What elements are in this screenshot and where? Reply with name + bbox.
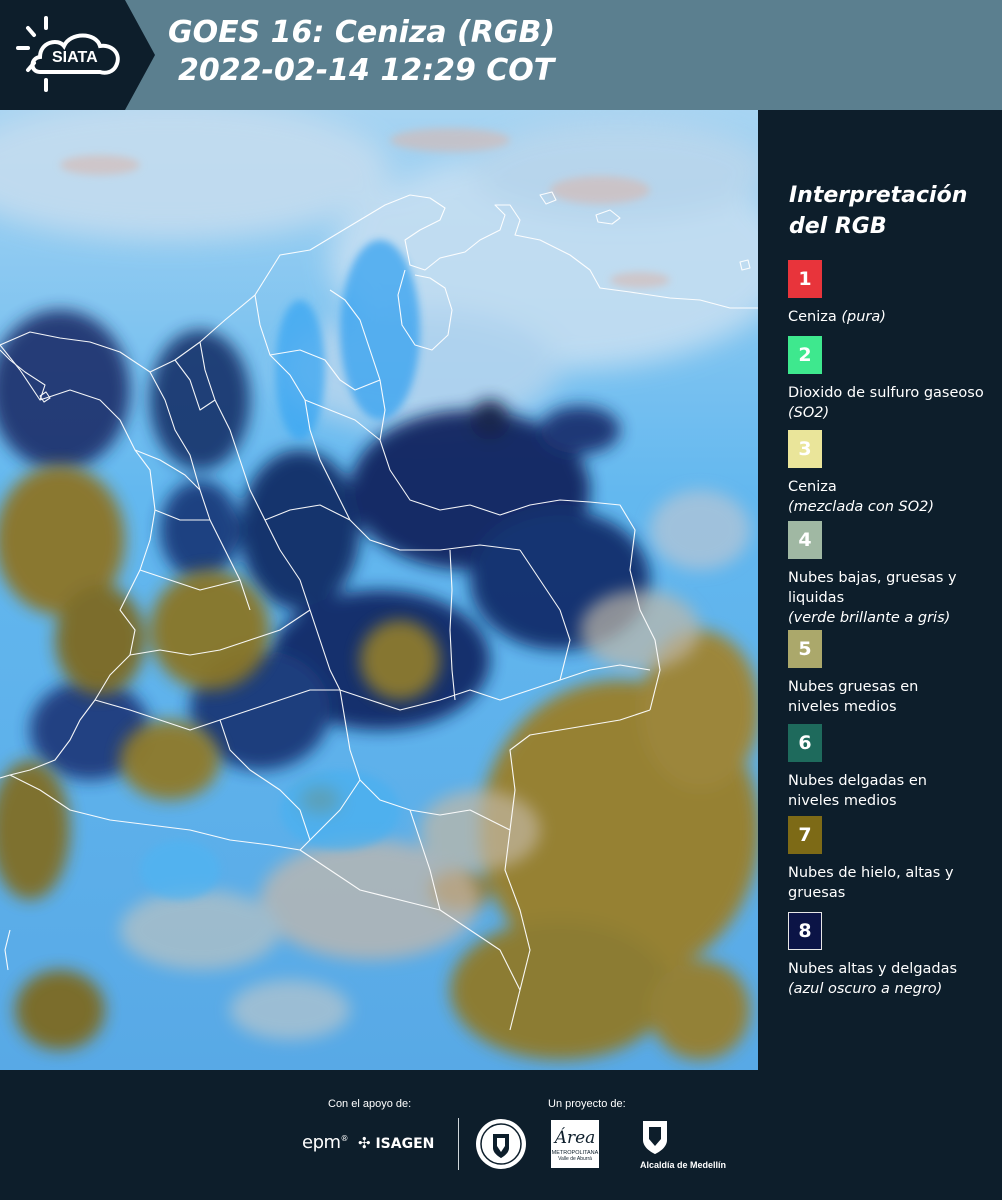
page-title: GOES 16: Ceniza (RGB) 2022-02-14 12:29 C… [168, 14, 555, 90]
legend-item-2: 2 Dioxido de sulfuro gaseoso (SO2) [788, 336, 998, 423]
legend-item-6: 6 Nubes delgadas en niveles medios [788, 724, 998, 811]
alcaldia-shield-icon [640, 1118, 670, 1161]
isagen-mark-icon: ✣ [358, 1134, 371, 1152]
legend-item-4: 4 Nubes bajas, gruesas y liquidas (verde … [788, 521, 998, 628]
legend-item-label: Nubes bajas, gruesas y liquidas (verde br… [788, 570, 957, 626]
isagen-logo: ✣ ISAGEN [358, 1134, 435, 1152]
legend-swatch: 2 [788, 336, 822, 374]
satellite-image [0, 110, 758, 1070]
legend-swatch: 1 [788, 260, 822, 298]
legend-item-label: Dioxido de sulfuro gaseoso (SO2) [788, 385, 984, 421]
legend-item-label: Ceniza (mezclada con SO2) [788, 479, 935, 515]
legend-item-label: Nubes gruesas en niveles medios [788, 679, 919, 715]
legend-item-label: Nubes delgadas en niveles medios [788, 773, 927, 809]
footer: Con el apoyo de: Un proyecto de: epm® ✣ … [0, 1070, 1002, 1200]
header: SIATA GOES 16: Ceniza (RGB) 2022-02-14 1… [0, 0, 1002, 110]
legend-title: Interpretación del RGB [789, 183, 968, 239]
legend-item-7: 7 Nubes de hielo, altas y gruesas [788, 816, 998, 903]
area-metropolitana-logo: Área METROPOLITANA Valle de Aburrá [551, 1120, 599, 1168]
support-label: Con el apoyo de: [328, 1098, 412, 1110]
logo-text: SIATA [52, 49, 98, 66]
siata-logo: SIATA [0, 0, 160, 110]
legend-swatch: 7 [788, 816, 822, 854]
legend-panel: Interpretación del RGB 1 Ceniza (pura) 2… [758, 110, 1002, 1070]
epm-logo: epm® [302, 1132, 349, 1153]
legend-swatch: 3 [788, 430, 822, 468]
legend-item-label: Nubes altas y delgadas (azul oscuro a neg… [788, 961, 958, 997]
legend-swatch: 6 [788, 724, 822, 762]
legend-item-3: 3 Ceniza (mezclada con SO2) [788, 430, 998, 517]
alcaldia-label: Alcaldía de Medellín [640, 1160, 727, 1170]
legend-item-5: 5 Nubes gruesas en niveles medios [788, 630, 998, 717]
legend-item-label: Ceniza (pura) [788, 309, 886, 325]
legend-item-label: Nubes de hielo, altas y gruesas [788, 865, 954, 901]
antioquia-seal-icon [475, 1118, 527, 1175]
title-datetime: 2022-02-14 12:29 COT [178, 53, 555, 88]
title-product: GOES 16: Ceniza (RGB) [168, 15, 556, 50]
legend-swatch: 8 [788, 912, 822, 950]
footer-divider [458, 1118, 459, 1170]
legend-swatch: 4 [788, 521, 822, 559]
legend-item-1: 1 Ceniza (pura) [788, 260, 998, 327]
project-label: Un proyecto de: [548, 1098, 626, 1110]
legend-item-8: 8 Nubes altas y delgadas (azul oscuro a n… [788, 912, 998, 999]
legend-swatch: 5 [788, 630, 822, 668]
